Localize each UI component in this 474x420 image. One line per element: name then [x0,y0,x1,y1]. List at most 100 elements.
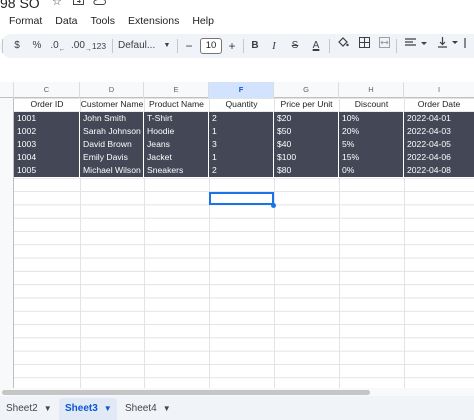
sheet-tab-sheet4[interactable]: Sheet4 ▼ [119,398,177,420]
cell-customer-name[interactable]: John Smith [80,112,144,125]
number-format-button[interactable]: 123 [91,34,107,58]
cell-quantity[interactable]: 2 [209,164,274,177]
cell-customer-name[interactable]: Sarah Johnson [80,125,144,138]
italic-button[interactable]: I [268,34,280,58]
cloud-status-icon[interactable] [93,0,106,9]
header-product-name[interactable]: Product Name [144,98,209,111]
cell-price-per-unit[interactable]: $20 [274,112,339,125]
cell-order-date[interactable]: 2022-04-03 [404,125,474,138]
decrease-decimal-button[interactable]: .0← [50,34,66,58]
fill-handle[interactable] [271,203,276,208]
cell-customer-name[interactable]: David Brown [80,138,144,151]
row-header-column[interactable] [0,98,14,388]
column-header-c[interactable]: C [14,82,80,98]
cell-order-id[interactable]: 1004 [14,151,80,164]
font-size-input[interactable]: 10 [200,38,222,54]
chevron-down-icon[interactable]: ▼ [104,398,112,420]
header-order-id[interactable]: Order ID [14,98,80,111]
cell-order-date[interactable]: 2022-04-08 [404,164,474,177]
chevron-down-icon[interactable]: ▼ [163,34,171,58]
menu-extensions[interactable]: Extensions [120,12,184,30]
table-row: 1004 Emily Davis Jacket 1 $100 15% 2022-… [14,151,474,165]
cell-discount[interactable]: 0% [339,164,404,177]
bold-button[interactable]: B [249,34,261,58]
text-wrapping-icon[interactable] [464,34,474,58]
cell-price-per-unit[interactable]: $100 [274,151,339,164]
column-header-f[interactable]: F [209,82,274,98]
cell-discount[interactable]: 5% [339,138,404,151]
column-header-i[interactable]: I [404,82,474,98]
currency-format-button[interactable]: $ [10,34,24,58]
header-quantity[interactable]: Quantity [209,98,274,111]
strikethrough-button[interactable]: S [289,34,301,58]
cell-customer-name[interactable]: Michael Wilson [80,164,144,177]
decrease-font-size-button[interactable]: − [183,34,195,58]
cell-order-id[interactable]: 1002 [14,125,80,138]
text-color-button[interactable]: A [309,34,323,58]
menu-bar: Format Data Tools Extensions Help [0,12,219,30]
title-bar: 98 SO ☆ [0,0,474,12]
cell-quantity[interactable]: 3 [209,138,274,151]
cell-order-date[interactable]: 2022-04-01 [404,112,474,125]
sheet-tab-label: Sheet2 [6,403,38,414]
cell-price-per-unit[interactable]: $80 [274,164,339,177]
cell-product-name[interactable]: Hoodie [144,125,209,138]
header-price-per-unit[interactable]: Price per Unit [274,98,339,111]
cell-order-id[interactable]: 1003 [14,138,80,151]
vertical-align-icon[interactable] [436,34,462,58]
cell-quantity[interactable]: 2 [209,112,274,125]
borders-icon[interactable] [357,34,371,58]
cell-discount[interactable]: 20% [339,125,404,138]
cell-product-name[interactable]: Sneakers [144,164,209,177]
header-customer-name[interactable]: Customer Name [80,98,144,111]
increase-decimal-button[interactable]: .00→ [71,34,92,58]
cell-order-date[interactable]: 2022-04-05 [404,138,474,151]
sheet-tab-sheet3[interactable]: Sheet3 ▼ [59,398,117,420]
cell-quantity[interactable]: 1 [209,151,274,164]
cell-quantity[interactable]: 1 [209,125,274,138]
active-cell-selection[interactable] [209,192,274,205]
move-to-folder-icon[interactable] [73,0,84,9]
chevron-down-icon[interactable]: ▼ [44,398,52,420]
cell-discount[interactable]: 15% [339,151,404,164]
column-header-d[interactable]: D [80,82,144,98]
star-icon[interactable]: ☆ [52,0,62,9]
cell-discount[interactable]: 10% [339,112,404,125]
menu-tools[interactable]: Tools [82,12,120,30]
menu-help[interactable]: Help [184,12,219,30]
horizontal-scrollbar[interactable] [0,388,474,396]
cell-price-per-unit[interactable]: $40 [274,138,339,151]
column-header-h[interactable]: H [339,82,404,98]
header-order-date[interactable]: Order Date [404,98,474,111]
increase-font-size-button[interactable]: + [226,34,238,58]
font-family-select[interactable]: Defaul... [118,34,160,58]
cell-customer-name[interactable]: Emily Davis [80,151,144,164]
cell-order-date[interactable]: 2022-04-06 [404,151,474,164]
chevron-down-icon[interactable]: ▼ [163,398,171,420]
fill-color-icon[interactable] [336,34,350,58]
cell-product-name[interactable]: T-Shirt [144,112,209,125]
menu-data[interactable]: Data [47,12,82,30]
toolbar: $ % .0← .00→ 123 Defaul... ▼ − 10 + B I … [0,34,474,58]
document-title[interactable]: 98 SO [0,0,40,12]
sheet-tab-bar: Sheet2 ▼ Sheet3 ▼ Sheet4 ▼ [0,396,474,420]
menu-format[interactable]: Format [0,12,47,30]
cell-order-id[interactable]: 1001 [14,112,80,125]
sheet-tab-label: Sheet4 [125,403,157,414]
toolbar-divider [177,39,178,53]
percent-format-button[interactable]: % [30,34,44,58]
sheet-tab-sheet2[interactable]: Sheet2 ▼ [0,398,58,420]
column-header-row: C D E F G H I [0,82,474,98]
scrollbar-thumb[interactable] [2,390,370,395]
horizontal-align-icon[interactable] [404,34,430,58]
cell-product-name[interactable]: Jeans [144,138,209,151]
column-header-g[interactable]: G [274,82,339,98]
cell-order-id[interactable]: 1005 [14,164,80,177]
toolbar-divider [396,39,397,53]
merge-cells-icon[interactable] [377,34,391,58]
cell-price-per-unit[interactable]: $50 [274,125,339,138]
header-discount[interactable]: Discount [339,98,404,111]
column-header-e[interactable]: E [144,82,209,98]
select-all-corner[interactable] [0,82,14,98]
cell-product-name[interactable]: Jacket [144,151,209,164]
